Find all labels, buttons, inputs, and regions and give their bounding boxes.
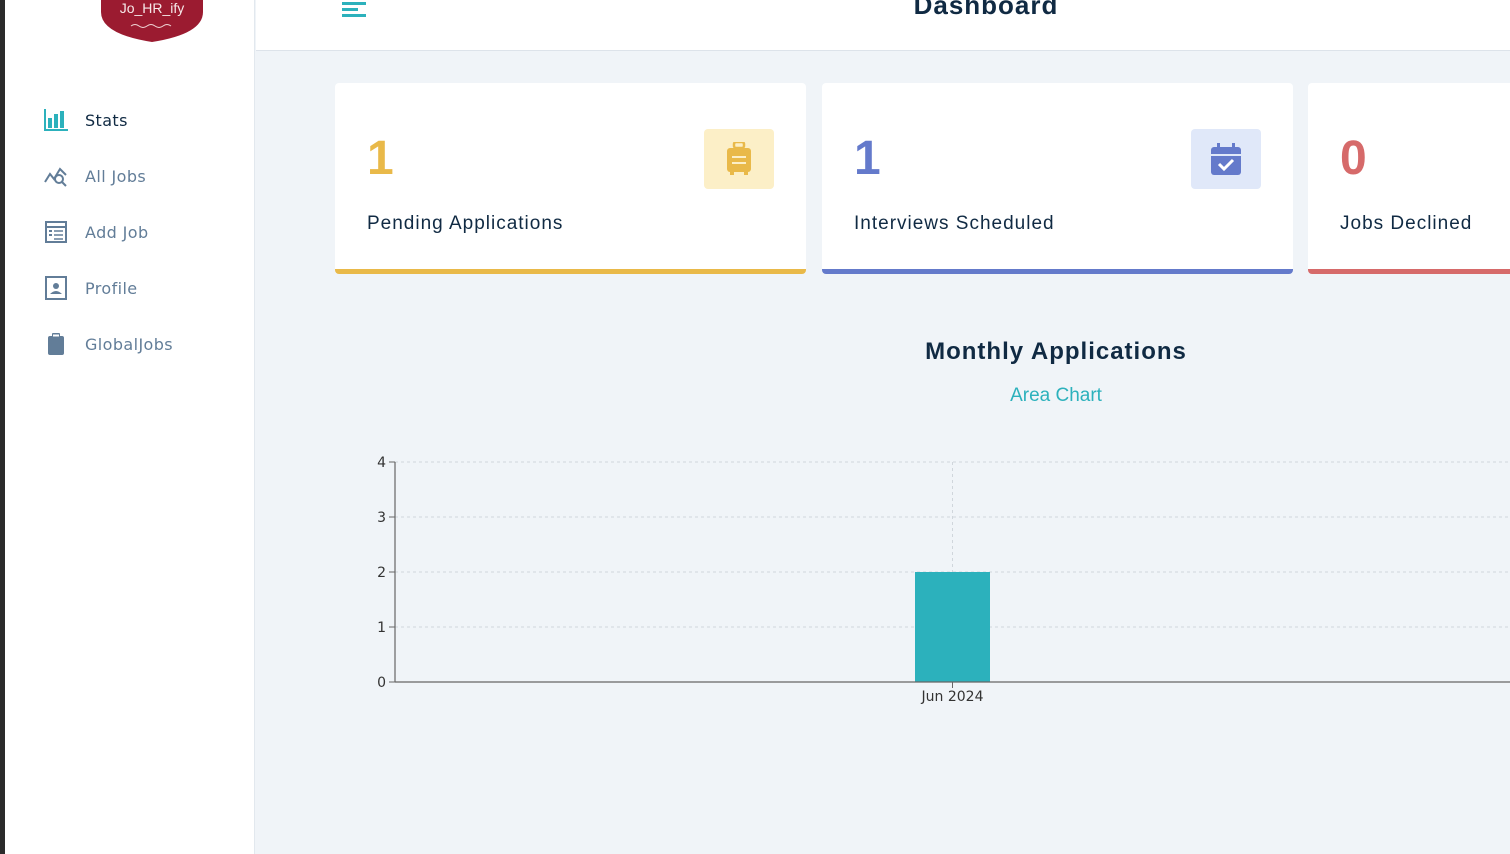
id-card-icon <box>43 275 69 301</box>
sidebar-item-label: Profile <box>85 278 138 298</box>
sidebar: Jo_HR_ify Stats All Jobs Add Job Profile… <box>5 0 255 854</box>
sidebar-item-label: Stats <box>85 110 128 130</box>
y-tick-label: 2 <box>377 565 386 581</box>
suitcase-icon <box>704 129 774 189</box>
bar <box>915 572 990 682</box>
chart-type-toggle-button[interactable]: Area Chart <box>956 385 1156 407</box>
stat-label: Pending Applications <box>367 213 564 234</box>
sidebar-item-add-job[interactable]: Add Job <box>43 204 243 260</box>
chart-title: Monthly Applications <box>925 338 1187 365</box>
stat-count: 1 <box>854 132 881 185</box>
sidebar-item-label: All Jobs <box>85 166 147 186</box>
calendar-check-icon <box>1191 129 1261 189</box>
top-navbar: Dashboard <box>256 0 1510 51</box>
stat-label: Jobs Declined <box>1340 213 1473 234</box>
x-tick-label: Jun 2024 <box>921 689 984 705</box>
bar-chart-icon <box>43 107 69 133</box>
y-tick-label: 4 <box>377 455 386 471</box>
y-tick-label: 1 <box>377 620 386 636</box>
sidebar-item-profile[interactable]: Profile <box>43 260 243 316</box>
menu-icon <box>342 2 366 17</box>
logo-text: Jo_HR_ify <box>119 0 185 16</box>
stat-label: Interviews Scheduled <box>854 213 1055 234</box>
sidebar-item-all-jobs[interactable]: All Jobs <box>43 148 243 204</box>
stat-card-pending: 1 Pending Applications <box>335 83 806 274</box>
query-stats-icon <box>43 163 69 189</box>
y-tick-label: 3 <box>377 510 386 526</box>
y-tick-label: 0 <box>377 675 386 691</box>
stat-card-interviews: 1 Interviews Scheduled <box>822 83 1293 274</box>
clipboard-icon <box>43 331 69 357</box>
stat-count: 0 <box>1340 132 1367 185</box>
stat-card-declined: 0 Jobs Declined <box>1308 83 1510 274</box>
sidebar-nav: Stats All Jobs Add Job Profile GlobalJob… <box>43 92 243 372</box>
stat-count: 1 <box>367 132 394 185</box>
sidebar-item-label: GlobalJobs <box>85 334 174 354</box>
sidebar-toggle-button[interactable] <box>342 0 368 20</box>
monthly-applications-chart: 0 1 2 3 4 Jun 2024 <box>377 455 1510 705</box>
sidebar-item-stats[interactable]: Stats <box>43 92 243 148</box>
form-icon <box>43 219 69 245</box>
sidebar-item-label: Add Job <box>85 222 149 242</box>
logo[interactable]: Jo_HR_ify <box>97 0 207 44</box>
sidebar-item-globaljobs[interactable]: GlobalJobs <box>43 316 243 372</box>
page-title: Dashboard <box>913 0 1059 20</box>
